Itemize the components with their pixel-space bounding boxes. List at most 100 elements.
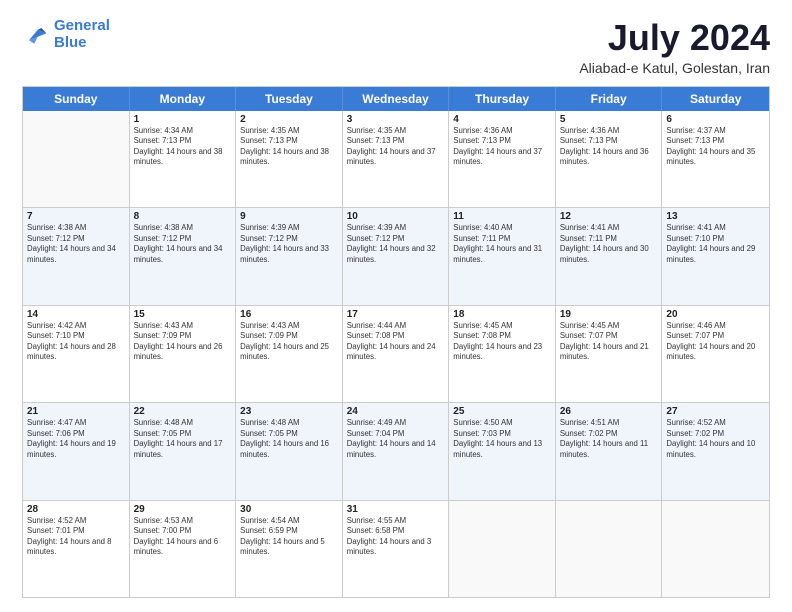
cell-info: Sunrise: 4:46 AM Sunset: 7:07 PM Dayligh… (666, 321, 765, 363)
day-number: 15 (134, 309, 232, 320)
empty-cell (662, 501, 769, 597)
cell-info: Sunrise: 4:45 AM Sunset: 7:08 PM Dayligh… (453, 321, 551, 363)
cell-info: Sunrise: 4:34 AM Sunset: 7:13 PM Dayligh… (134, 126, 232, 168)
day-number: 12 (560, 211, 658, 222)
header: General Blue July 2024 Aliabad-e Katul, … (22, 18, 770, 76)
header-day-wednesday: Wednesday (343, 87, 450, 111)
day-cell-18: 18Sunrise: 4:45 AM Sunset: 7:08 PM Dayli… (449, 306, 556, 402)
logo-icon (22, 21, 50, 49)
day-number: 28 (27, 504, 125, 515)
cell-info: Sunrise: 4:50 AM Sunset: 7:03 PM Dayligh… (453, 418, 551, 460)
empty-cell (23, 111, 130, 207)
day-cell-26: 26Sunrise: 4:51 AM Sunset: 7:02 PM Dayli… (556, 403, 663, 499)
cell-info: Sunrise: 4:48 AM Sunset: 7:05 PM Dayligh… (134, 418, 232, 460)
cell-info: Sunrise: 4:43 AM Sunset: 7:09 PM Dayligh… (240, 321, 338, 363)
calendar-header: SundayMondayTuesdayWednesdayThursdayFrid… (23, 87, 769, 111)
cell-info: Sunrise: 4:35 AM Sunset: 7:13 PM Dayligh… (347, 126, 445, 168)
cell-info: Sunrise: 4:45 AM Sunset: 7:07 PM Dayligh… (560, 321, 658, 363)
day-cell-27: 27Sunrise: 4:52 AM Sunset: 7:02 PM Dayli… (662, 403, 769, 499)
day-cell-10: 10Sunrise: 4:39 AM Sunset: 7:12 PM Dayli… (343, 208, 450, 304)
page: General Blue July 2024 Aliabad-e Katul, … (0, 0, 792, 612)
day-cell-28: 28Sunrise: 4:52 AM Sunset: 7:01 PM Dayli… (23, 501, 130, 597)
header-day-tuesday: Tuesday (236, 87, 343, 111)
day-cell-12: 12Sunrise: 4:41 AM Sunset: 7:11 PM Dayli… (556, 208, 663, 304)
day-number: 31 (347, 504, 445, 515)
cell-info: Sunrise: 4:38 AM Sunset: 7:12 PM Dayligh… (134, 223, 232, 265)
calendar: SundayMondayTuesdayWednesdayThursdayFrid… (22, 86, 770, 598)
day-number: 21 (27, 406, 125, 417)
day-cell-7: 7Sunrise: 4:38 AM Sunset: 7:12 PM Daylig… (23, 208, 130, 304)
calendar-body: 1Sunrise: 4:34 AM Sunset: 7:13 PM Daylig… (23, 111, 769, 597)
cell-info: Sunrise: 4:40 AM Sunset: 7:11 PM Dayligh… (453, 223, 551, 265)
cell-info: Sunrise: 4:39 AM Sunset: 7:12 PM Dayligh… (347, 223, 445, 265)
day-cell-8: 8Sunrise: 4:38 AM Sunset: 7:12 PM Daylig… (130, 208, 237, 304)
cell-info: Sunrise: 4:44 AM Sunset: 7:08 PM Dayligh… (347, 321, 445, 363)
day-cell-6: 6Sunrise: 4:37 AM Sunset: 7:13 PM Daylig… (662, 111, 769, 207)
cell-info: Sunrise: 4:54 AM Sunset: 6:59 PM Dayligh… (240, 516, 338, 558)
day-cell-21: 21Sunrise: 4:47 AM Sunset: 7:06 PM Dayli… (23, 403, 130, 499)
cell-info: Sunrise: 4:39 AM Sunset: 7:12 PM Dayligh… (240, 223, 338, 265)
cell-info: Sunrise: 4:41 AM Sunset: 7:11 PM Dayligh… (560, 223, 658, 265)
header-day-sunday: Sunday (23, 87, 130, 111)
header-day-friday: Friday (556, 87, 663, 111)
day-number: 20 (666, 309, 765, 320)
day-number: 22 (134, 406, 232, 417)
day-cell-30: 30Sunrise: 4:54 AM Sunset: 6:59 PM Dayli… (236, 501, 343, 597)
day-cell-15: 15Sunrise: 4:43 AM Sunset: 7:09 PM Dayli… (130, 306, 237, 402)
logo: General Blue (22, 18, 110, 51)
cell-info: Sunrise: 4:51 AM Sunset: 7:02 PM Dayligh… (560, 418, 658, 460)
day-cell-29: 29Sunrise: 4:53 AM Sunset: 7:00 PM Dayli… (130, 501, 237, 597)
day-number: 18 (453, 309, 551, 320)
day-number: 14 (27, 309, 125, 320)
day-cell-19: 19Sunrise: 4:45 AM Sunset: 7:07 PM Dayli… (556, 306, 663, 402)
title-block: July 2024 Aliabad-e Katul, Golestan, Ira… (579, 18, 770, 76)
cell-info: Sunrise: 4:52 AM Sunset: 7:02 PM Dayligh… (666, 418, 765, 460)
day-number: 24 (347, 406, 445, 417)
calendar-row-2: 7Sunrise: 4:38 AM Sunset: 7:12 PM Daylig… (23, 208, 769, 305)
day-number: 5 (560, 114, 658, 125)
day-number: 26 (560, 406, 658, 417)
month-title: July 2024 (579, 18, 770, 58)
cell-info: Sunrise: 4:42 AM Sunset: 7:10 PM Dayligh… (27, 321, 125, 363)
day-number: 30 (240, 504, 338, 515)
calendar-row-1: 1Sunrise: 4:34 AM Sunset: 7:13 PM Daylig… (23, 111, 769, 208)
day-number: 16 (240, 309, 338, 320)
day-cell-11: 11Sunrise: 4:40 AM Sunset: 7:11 PM Dayli… (449, 208, 556, 304)
day-number: 3 (347, 114, 445, 125)
day-cell-23: 23Sunrise: 4:48 AM Sunset: 7:05 PM Dayli… (236, 403, 343, 499)
cell-info: Sunrise: 4:38 AM Sunset: 7:12 PM Dayligh… (27, 223, 125, 265)
cell-info: Sunrise: 4:55 AM Sunset: 6:58 PM Dayligh… (347, 516, 445, 558)
header-day-thursday: Thursday (449, 87, 556, 111)
day-number: 13 (666, 211, 765, 222)
header-day-saturday: Saturday (662, 87, 769, 111)
day-number: 27 (666, 406, 765, 417)
location-title: Aliabad-e Katul, Golestan, Iran (579, 60, 770, 76)
header-day-monday: Monday (130, 87, 237, 111)
day-number: 7 (27, 211, 125, 222)
day-number: 25 (453, 406, 551, 417)
cell-info: Sunrise: 4:36 AM Sunset: 7:13 PM Dayligh… (453, 126, 551, 168)
day-cell-20: 20Sunrise: 4:46 AM Sunset: 7:07 PM Dayli… (662, 306, 769, 402)
day-cell-5: 5Sunrise: 4:36 AM Sunset: 7:13 PM Daylig… (556, 111, 663, 207)
day-cell-1: 1Sunrise: 4:34 AM Sunset: 7:13 PM Daylig… (130, 111, 237, 207)
day-cell-16: 16Sunrise: 4:43 AM Sunset: 7:09 PM Dayli… (236, 306, 343, 402)
day-cell-2: 2Sunrise: 4:35 AM Sunset: 7:13 PM Daylig… (236, 111, 343, 207)
cell-info: Sunrise: 4:47 AM Sunset: 7:06 PM Dayligh… (27, 418, 125, 460)
day-number: 9 (240, 211, 338, 222)
cell-info: Sunrise: 4:53 AM Sunset: 7:00 PM Dayligh… (134, 516, 232, 558)
calendar-row-5: 28Sunrise: 4:52 AM Sunset: 7:01 PM Dayli… (23, 501, 769, 597)
day-number: 11 (453, 211, 551, 222)
day-number: 8 (134, 211, 232, 222)
calendar-row-3: 14Sunrise: 4:42 AM Sunset: 7:10 PM Dayli… (23, 306, 769, 403)
cell-info: Sunrise: 4:36 AM Sunset: 7:13 PM Dayligh… (560, 126, 658, 168)
day-number: 1 (134, 114, 232, 125)
cell-info: Sunrise: 4:49 AM Sunset: 7:04 PM Dayligh… (347, 418, 445, 460)
day-cell-24: 24Sunrise: 4:49 AM Sunset: 7:04 PM Dayli… (343, 403, 450, 499)
cell-info: Sunrise: 4:52 AM Sunset: 7:01 PM Dayligh… (27, 516, 125, 558)
calendar-row-4: 21Sunrise: 4:47 AM Sunset: 7:06 PM Dayli… (23, 403, 769, 500)
day-cell-4: 4Sunrise: 4:36 AM Sunset: 7:13 PM Daylig… (449, 111, 556, 207)
day-cell-17: 17Sunrise: 4:44 AM Sunset: 7:08 PM Dayli… (343, 306, 450, 402)
cell-info: Sunrise: 4:37 AM Sunset: 7:13 PM Dayligh… (666, 126, 765, 168)
day-cell-22: 22Sunrise: 4:48 AM Sunset: 7:05 PM Dayli… (130, 403, 237, 499)
day-cell-9: 9Sunrise: 4:39 AM Sunset: 7:12 PM Daylig… (236, 208, 343, 304)
